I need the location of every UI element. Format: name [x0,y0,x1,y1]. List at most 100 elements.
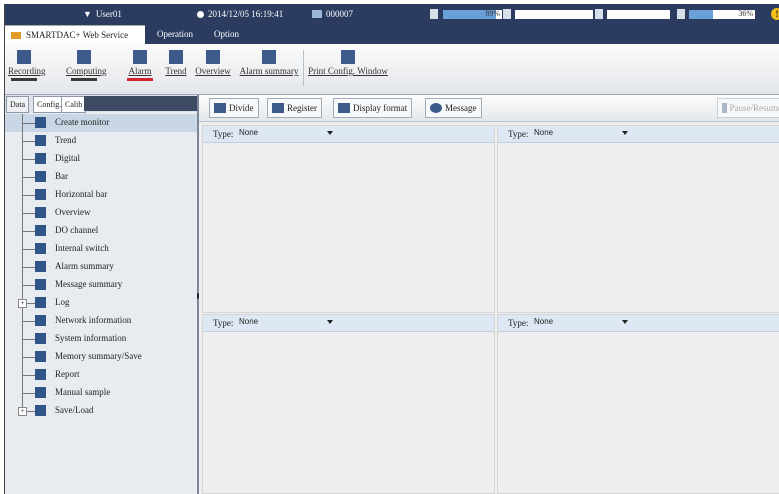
divide-button[interactable]: Divide [209,98,259,118]
tree-item-label: System information [55,333,127,343]
tab-web-service[interactable]: SMARTDAC+ Web Service [5,25,145,45]
serial-icon [312,10,322,18]
computing-underline [71,78,97,81]
tree-connector [22,231,36,232]
recording-underline [11,78,37,81]
datetime: 2014/12/05 16:19:41 [197,9,283,19]
tree-connector [22,141,36,142]
tab-calib[interactable]: Calib [61,96,87,113]
expand-icon[interactable]: + [18,299,27,308]
digital-icon [35,153,46,164]
tree-item-report[interactable]: Report [5,366,197,384]
dropdown-arrow-icon[interactable] [622,131,628,135]
tree-item-horizontal-bar[interactable]: Horizontal bar [5,186,197,204]
manual-sample-icon [35,387,46,398]
tree-item-label: Horizontal bar [55,189,108,199]
network-icon [35,315,46,326]
register-icon [272,103,284,113]
toolbar: Recording Computing Alarm Trend Overview… [5,44,779,95]
tree-connector [22,177,36,178]
media-d-meter: 36% [689,9,755,19]
message-button[interactable]: Message [425,98,482,118]
tree-connector [22,123,36,124]
type-select[interactable]: None [239,128,331,139]
tree-item-digital[interactable]: Digital [5,150,197,168]
message-summary-icon [35,279,46,290]
memory-percent: 89% [485,9,500,18]
status-bar: ▼ User01 2014/12/05 16:19:41 000007 89% … [5,4,779,25]
recording-button[interactable]: Recording [8,50,46,81]
tree-item-save-load[interactable]: + Save/Load [5,402,197,420]
dropdown-arrow-icon[interactable] [327,320,333,324]
alarm-button[interactable]: Alarm [127,50,153,81]
pane-header: Type: None [498,126,779,143]
alarm-summary-button[interactable]: Alarm summary [237,50,301,76]
media-d-icon [677,9,685,19]
tree-item-internal-switch[interactable]: Internal switch [5,240,197,258]
tree-item-overview[interactable]: Overview [5,204,197,222]
dropdown-arrow-icon[interactable] [327,131,333,135]
dropdown-arrow-icon[interactable] [622,320,628,324]
tree-item-label: DO channel [55,225,99,235]
alarm-underline [127,78,153,81]
tree-item-label: Report [55,369,80,379]
tree-item-label: Bar [55,171,68,181]
tree-item-label: Log [55,297,70,307]
tree-connector [22,339,36,340]
expand-icon[interactable]: + [18,407,27,416]
left-tabs-fill [84,96,197,111]
media-d-percent: 36% [738,9,753,18]
user-indicator[interactable]: ▼ User01 [83,9,122,19]
type-select[interactable]: None [239,317,331,328]
register-button[interactable]: Register [267,98,322,118]
tree-item-label: Manual sample [55,387,111,397]
tree-item-label: Memory summary/Save [55,351,142,361]
pause-resume-button[interactable]: Pause/Resume [717,98,779,118]
tab-option[interactable]: Option [208,25,245,44]
left-tabs: Data Config. Calib [5,95,197,113]
type-select[interactable]: None [534,128,626,139]
tree-item-trend[interactable]: Trend [5,132,197,150]
memory-icon [430,9,438,19]
tree-item-system-info[interactable]: System information [5,330,197,348]
tree-connector [22,375,36,376]
app-window: ▼ User01 2014/12/05 16:19:41 000007 89% … [4,4,779,494]
recording-icon [17,50,31,64]
content-area: Divide Register Display format Message P… [199,95,779,494]
warning-icon[interactable]: ! [771,8,779,20]
tree-item-bar[interactable]: Bar [5,168,197,186]
tree-item-do-channel[interactable]: DO channel [5,222,197,240]
tree-item-message-summary[interactable]: Message summary [5,276,197,294]
user-icon: ▼ [83,9,92,19]
tree-item-network[interactable]: Network information [5,312,197,330]
computing-button[interactable]: Computing [66,50,107,81]
datetime-text: 2014/12/05 16:19:41 [208,9,284,19]
tree-item-alarm-summary[interactable]: Alarm summary [5,258,197,276]
report-icon [35,369,46,380]
internal-switch-icon [35,243,46,254]
message-icon [430,103,442,113]
trend-icon [169,50,183,64]
tab-data[interactable]: Data [6,96,30,113]
trend-button[interactable]: Trend [164,50,188,76]
tree-item-memory[interactable]: Memory summary/Save [5,348,197,366]
serial-indicator: 000007 [312,9,353,19]
system-info-icon [35,333,46,344]
tree-item-manual-sample[interactable]: Manual sample [5,384,197,402]
tree-item-label: Create monitor [55,117,110,127]
tab-operation[interactable]: Operation [151,25,199,44]
type-select[interactable]: None [534,317,626,328]
log-icon [35,297,46,308]
display-format-button[interactable]: Display format [333,98,413,118]
overview-button[interactable]: Overview [195,50,231,76]
tree-item-log[interactable]: + Log [5,294,197,312]
tree-item-label: Message summary [55,279,123,289]
monitor-pane-2: Type: None [497,125,779,313]
tree-item-label: Internal switch [55,243,109,253]
tree-item-label: Overview [55,207,91,217]
print-config-button[interactable]: Print Config. Window [307,50,389,76]
memory-icon [35,351,46,362]
tree-item-create-monitor[interactable]: Create monitor [5,114,197,132]
create-monitor-icon [35,117,46,128]
overview-icon [35,207,46,218]
